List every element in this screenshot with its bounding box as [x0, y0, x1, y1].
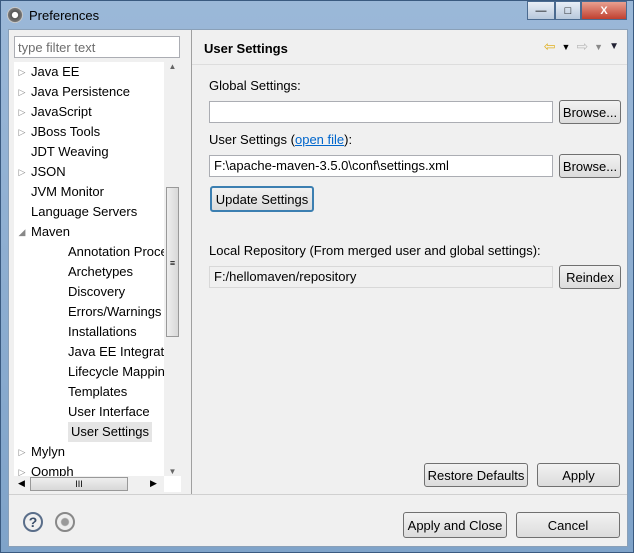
tree-item[interactable]: Java EE Integration [48, 342, 181, 362]
eclipse-gear-icon [7, 7, 23, 23]
minimize-button[interactable]: — [527, 1, 555, 20]
record-icon[interactable] [55, 512, 75, 532]
preferences-window: Preferences — □ X ▷Oomph▷MylynUser Setti… [0, 0, 634, 553]
tree-item[interactable]: ▷ Java EE [15, 62, 80, 82]
cancel-button[interactable]: Cancel [516, 512, 620, 538]
tree-item[interactable]: User Interface [48, 402, 150, 422]
global-settings-label: Global Settings: [209, 78, 301, 93]
browse-user-button[interactable]: Browse... [559, 154, 621, 178]
back-arrow-icon[interactable]: ⇦ [544, 38, 556, 55]
tree-item[interactable]: Annotation Processing [48, 242, 181, 262]
scrollbar-thumb[interactable]: III [30, 477, 128, 491]
apply-and-close-button[interactable]: Apply and Close [403, 512, 507, 538]
tree-item-label: Templates [68, 384, 128, 399]
tree-item-label: User Settings [68, 422, 153, 442]
tree-item-label: Java Persistence [31, 84, 130, 99]
tree-item-label: JBoss Tools [31, 124, 101, 139]
update-settings-button[interactable]: Update Settings [210, 186, 314, 212]
tree-item-label: Archetypes [68, 264, 134, 279]
user-settings-input[interactable]: F:\apache-maven-3.5.0\conf\settings.xml [209, 155, 553, 177]
title-bar: Preferences [7, 5, 99, 25]
collapsed-arrow-icon[interactable]: ▷ [15, 102, 29, 122]
tree-horizontal-scrollbar[interactable]: ◀ III ▶ [14, 476, 164, 492]
tree-item[interactable]: ▷ JavaScript [15, 102, 92, 122]
tree-item[interactable]: Archetypes [48, 262, 133, 282]
collapsed-arrow-icon[interactable]: ▷ [15, 82, 29, 102]
tree-item-label: Lifecycle Mappings [68, 364, 179, 379]
tree-item-label: JDT Weaving [31, 144, 109, 159]
tree-item[interactable]: ▷ Java Persistence [15, 82, 130, 102]
page-title: User Settings [204, 41, 288, 56]
filter-input[interactable] [14, 36, 180, 58]
expanded-arrow-icon[interactable]: ◢ [15, 222, 29, 242]
tree-item-label: User Interface [68, 404, 150, 419]
scrollbar-thumb[interactable]: ≡ [166, 187, 179, 337]
tree-item[interactable]: Language Servers [15, 202, 137, 222]
preference-tree: ▷ Oomph ▷ Mylyn User Settings User Interface T… [14, 62, 181, 492]
tree-item[interactable]: JVM Monitor [15, 182, 104, 202]
tree-item[interactable]: ▷ JSON [15, 162, 66, 182]
collapsed-arrow-icon[interactable]: ▷ [15, 122, 29, 142]
tree-item-label: Discovery [68, 284, 126, 299]
tree-item[interactable]: ▷ JBoss Tools [15, 122, 101, 142]
tree-item[interactable]: JDT Weaving [15, 142, 109, 162]
help-icon[interactable]: ? [23, 512, 43, 532]
forward-menu-chevron-icon[interactable]: ▼ [594, 42, 603, 52]
tree-item[interactable]: Discovery [48, 282, 125, 302]
tree-item[interactable]: Errors/Warnings [48, 302, 161, 322]
apply-button[interactable]: Apply [537, 463, 620, 487]
collapsed-arrow-icon[interactable]: ▷ [15, 62, 29, 82]
user-settings-label-text: User Settings ( [209, 132, 295, 147]
reindex-button[interactable]: Reindex [559, 265, 621, 289]
local-repository-label: Local Repository (From merged user and g… [209, 243, 541, 258]
splitter[interactable] [191, 30, 192, 494]
user-settings-label: User Settings (open file): [209, 132, 352, 147]
local-repository-value: F:/hellomaven/repository [209, 266, 553, 288]
tree-item[interactable]: User Settings [48, 422, 153, 442]
tree-item-label: Language Servers [31, 204, 138, 219]
user-settings-label-end: ): [344, 132, 353, 147]
footer-divider [9, 494, 627, 495]
tree-item[interactable]: ◢ Maven [15, 222, 71, 242]
open-file-link[interactable]: open file [295, 132, 344, 147]
tree-item[interactable]: ▷ Mylyn [15, 442, 65, 462]
tree-vertical-scrollbar[interactable]: ▲ ≡ ▼ [164, 62, 181, 476]
tree-item-label: Installations [68, 324, 137, 339]
view-menu-icon[interactable]: ▼ [609, 41, 619, 52]
tree-item[interactable]: Installations [48, 322, 137, 342]
collapsed-arrow-icon[interactable]: ▷ [15, 162, 29, 182]
tree-item-label: JavaScript [31, 104, 92, 119]
tree-item-label: JVM Monitor [31, 184, 104, 199]
forward-arrow-icon[interactable]: ⇨ [576, 38, 588, 55]
global-settings-input[interactable] [209, 101, 553, 123]
tree-item[interactable]: Templates [48, 382, 127, 402]
collapsed-arrow-icon[interactable]: ▷ [15, 442, 29, 462]
tree-item-label: Mylyn [31, 444, 65, 459]
back-menu-chevron-icon[interactable]: ▼ [562, 42, 571, 52]
browse-global-button[interactable]: Browse... [559, 100, 621, 124]
maximize-button[interactable]: □ [555, 1, 581, 20]
close-button[interactable]: X [581, 1, 627, 20]
tree-item-label: Errors/Warnings [68, 304, 162, 319]
tree-item-label: JSON [31, 164, 66, 179]
restore-defaults-button[interactable]: Restore Defaults [424, 463, 528, 487]
tree-item-label: Java EE [31, 64, 80, 79]
tree-item[interactable]: Lifecycle Mappings [48, 362, 179, 382]
window-title: Preferences [29, 7, 100, 23]
tree-item-label: Maven [31, 224, 71, 239]
